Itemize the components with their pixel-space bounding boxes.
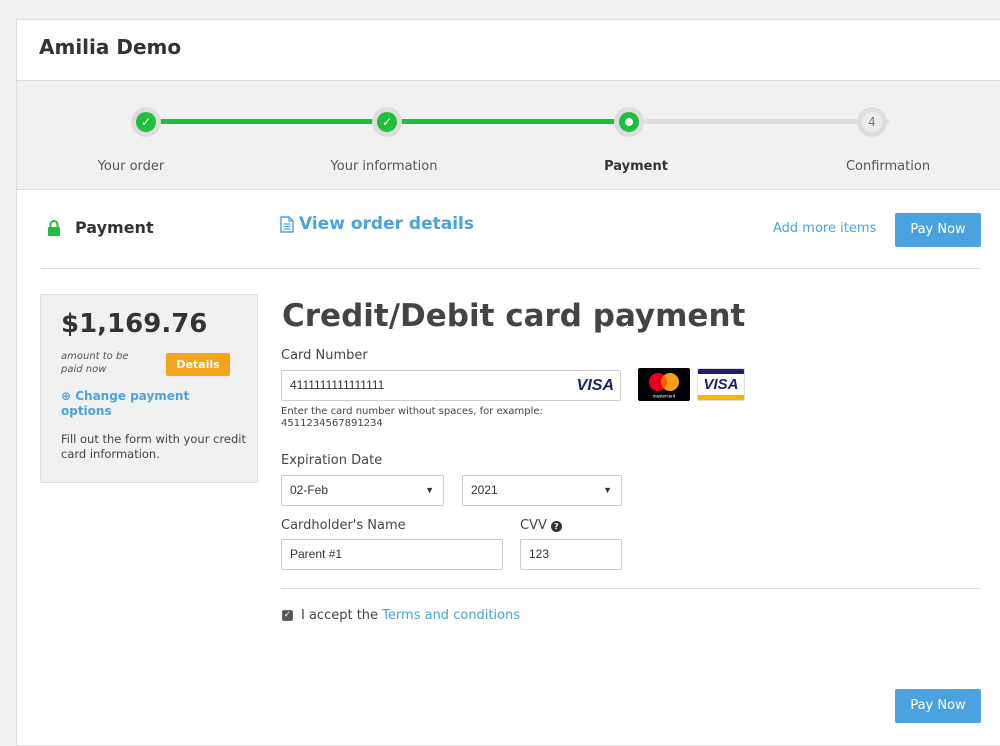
payment-summary-box: $1,169.76 amount to be paid now Details … bbox=[40, 294, 258, 483]
form-title: Credit/Debit card payment bbox=[282, 298, 746, 334]
divider bbox=[281, 588, 981, 589]
expiration-month-value: 02-Feb bbox=[290, 483, 329, 497]
app-title: Amilia Demo bbox=[39, 35, 182, 59]
step-payment-marker bbox=[614, 107, 644, 137]
card-number-label: Card Number bbox=[281, 348, 368, 363]
dropdown-arrow-icon: ▼ bbox=[603, 485, 612, 495]
terms-row: ✓ I accept the Terms and conditions bbox=[282, 608, 520, 623]
instructions-text: Fill out the form with your credit card … bbox=[61, 432, 246, 461]
detected-card-brand: VISA bbox=[576, 377, 614, 394]
step-label-your-information: Your information bbox=[330, 159, 438, 174]
view-order-details-label: View order details bbox=[299, 214, 474, 234]
add-more-items-link[interactable]: Add more items bbox=[773, 221, 876, 236]
expiration-date-label: Expiration Date bbox=[281, 453, 383, 468]
view-order-details-link[interactable]: View order details bbox=[280, 214, 474, 234]
step-confirmation-marker: 4 bbox=[857, 107, 887, 137]
change-payment-options-link[interactable]: ⊕ Change payment options bbox=[61, 389, 221, 419]
mastercard-logo: mastercard bbox=[638, 368, 690, 401]
card-number-value: 4111111111111111 bbox=[290, 378, 385, 392]
pay-now-button-top[interactable]: Pay Now bbox=[895, 213, 981, 247]
step-number: 4 bbox=[862, 112, 882, 132]
terms-checkbox[interactable]: ✓ bbox=[282, 610, 293, 621]
mastercard-caption: mastercard bbox=[653, 394, 676, 399]
cardholder-name-input[interactable]: Parent #1 bbox=[281, 539, 503, 570]
cvv-label: CVV bbox=[520, 518, 547, 533]
cvv-value: 123 bbox=[529, 547, 550, 561]
dropdown-arrow-icon: ▼ bbox=[425, 485, 434, 495]
card-number-hint: Enter the card number without spaces, fo… bbox=[281, 406, 543, 429]
step-your-order-marker: ✓ bbox=[131, 107, 161, 137]
expiration-year-select[interactable]: 2021 ▼ bbox=[462, 475, 622, 506]
document-icon bbox=[280, 215, 294, 233]
amount-due: $1,169.76 bbox=[61, 309, 208, 339]
checkout-stepper: ✓ ✓ 4 Your order Your information Paymen… bbox=[16, 81, 1000, 189]
cvv-input[interactable]: 123 bbox=[520, 539, 622, 570]
amount-note: amount to be paid now bbox=[61, 351, 129, 375]
cardholder-name-value: Parent #1 bbox=[290, 547, 343, 561]
pay-now-button-bottom[interactable]: Pay Now bbox=[895, 689, 981, 723]
check-icon: ✓ bbox=[136, 112, 156, 132]
expiration-year-value: 2021 bbox=[471, 483, 498, 497]
lock-icon bbox=[48, 220, 60, 236]
visa-logo: VISA bbox=[697, 368, 745, 401]
divider bbox=[41, 268, 981, 269]
terms-and-conditions-link[interactable]: Terms and conditions bbox=[382, 608, 520, 623]
payment-heading: Payment bbox=[75, 218, 154, 237]
current-step-icon bbox=[619, 112, 639, 132]
step-your-information-marker: ✓ bbox=[372, 107, 402, 137]
step-label-confirmation: Confirmation bbox=[845, 159, 931, 174]
card-number-input[interactable]: 4111111111111111 VISA bbox=[281, 370, 621, 401]
step-label-your-order: Your order bbox=[97, 159, 165, 174]
details-button[interactable]: Details bbox=[166, 353, 230, 376]
cvv-label-row: CVV? bbox=[520, 518, 562, 533]
cardholder-name-label: Cardholder's Name bbox=[281, 518, 406, 533]
question-icon[interactable]: ? bbox=[550, 521, 562, 532]
expiration-month-select[interactable]: 02-Feb ▼ bbox=[281, 475, 444, 506]
app-header: Amilia Demo bbox=[16, 19, 1000, 81]
step-label-payment: Payment bbox=[604, 159, 668, 174]
visa-logo-text: VISA bbox=[703, 376, 739, 393]
progress-track-remaining bbox=[644, 119, 889, 124]
terms-prefix: I accept the bbox=[301, 608, 379, 623]
check-icon: ✓ bbox=[377, 112, 397, 132]
payment-panel: Payment View order details Add more item… bbox=[16, 189, 1000, 746]
